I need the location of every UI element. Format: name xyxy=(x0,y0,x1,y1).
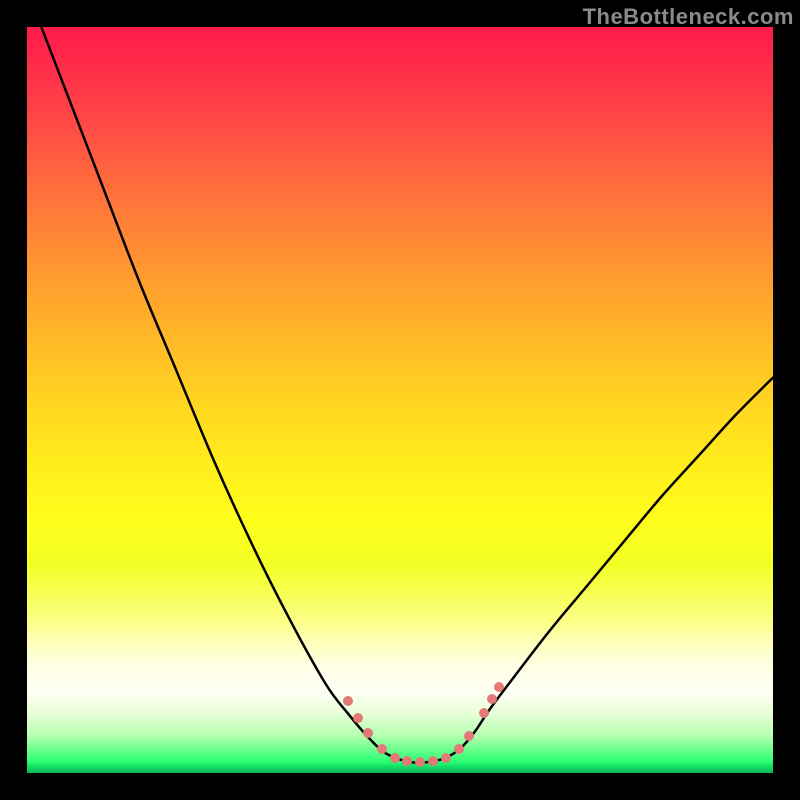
data-point xyxy=(454,744,464,754)
data-point xyxy=(343,696,353,706)
data-point xyxy=(415,757,425,767)
data-point xyxy=(353,713,363,723)
data-point xyxy=(487,694,497,704)
data-point xyxy=(377,744,387,754)
data-point xyxy=(441,753,451,763)
data-point xyxy=(363,728,373,738)
bottleneck-curve xyxy=(27,27,773,773)
data-point xyxy=(464,731,474,741)
data-point xyxy=(390,753,400,763)
data-point xyxy=(479,708,489,718)
watermark-label: TheBottleneck.com xyxy=(583,4,794,30)
data-point xyxy=(428,756,438,766)
data-point xyxy=(402,756,412,766)
data-point xyxy=(494,682,504,692)
chart-frame: TheBottleneck.com xyxy=(0,0,800,800)
plot-area xyxy=(27,27,773,773)
curve-line xyxy=(27,27,773,763)
